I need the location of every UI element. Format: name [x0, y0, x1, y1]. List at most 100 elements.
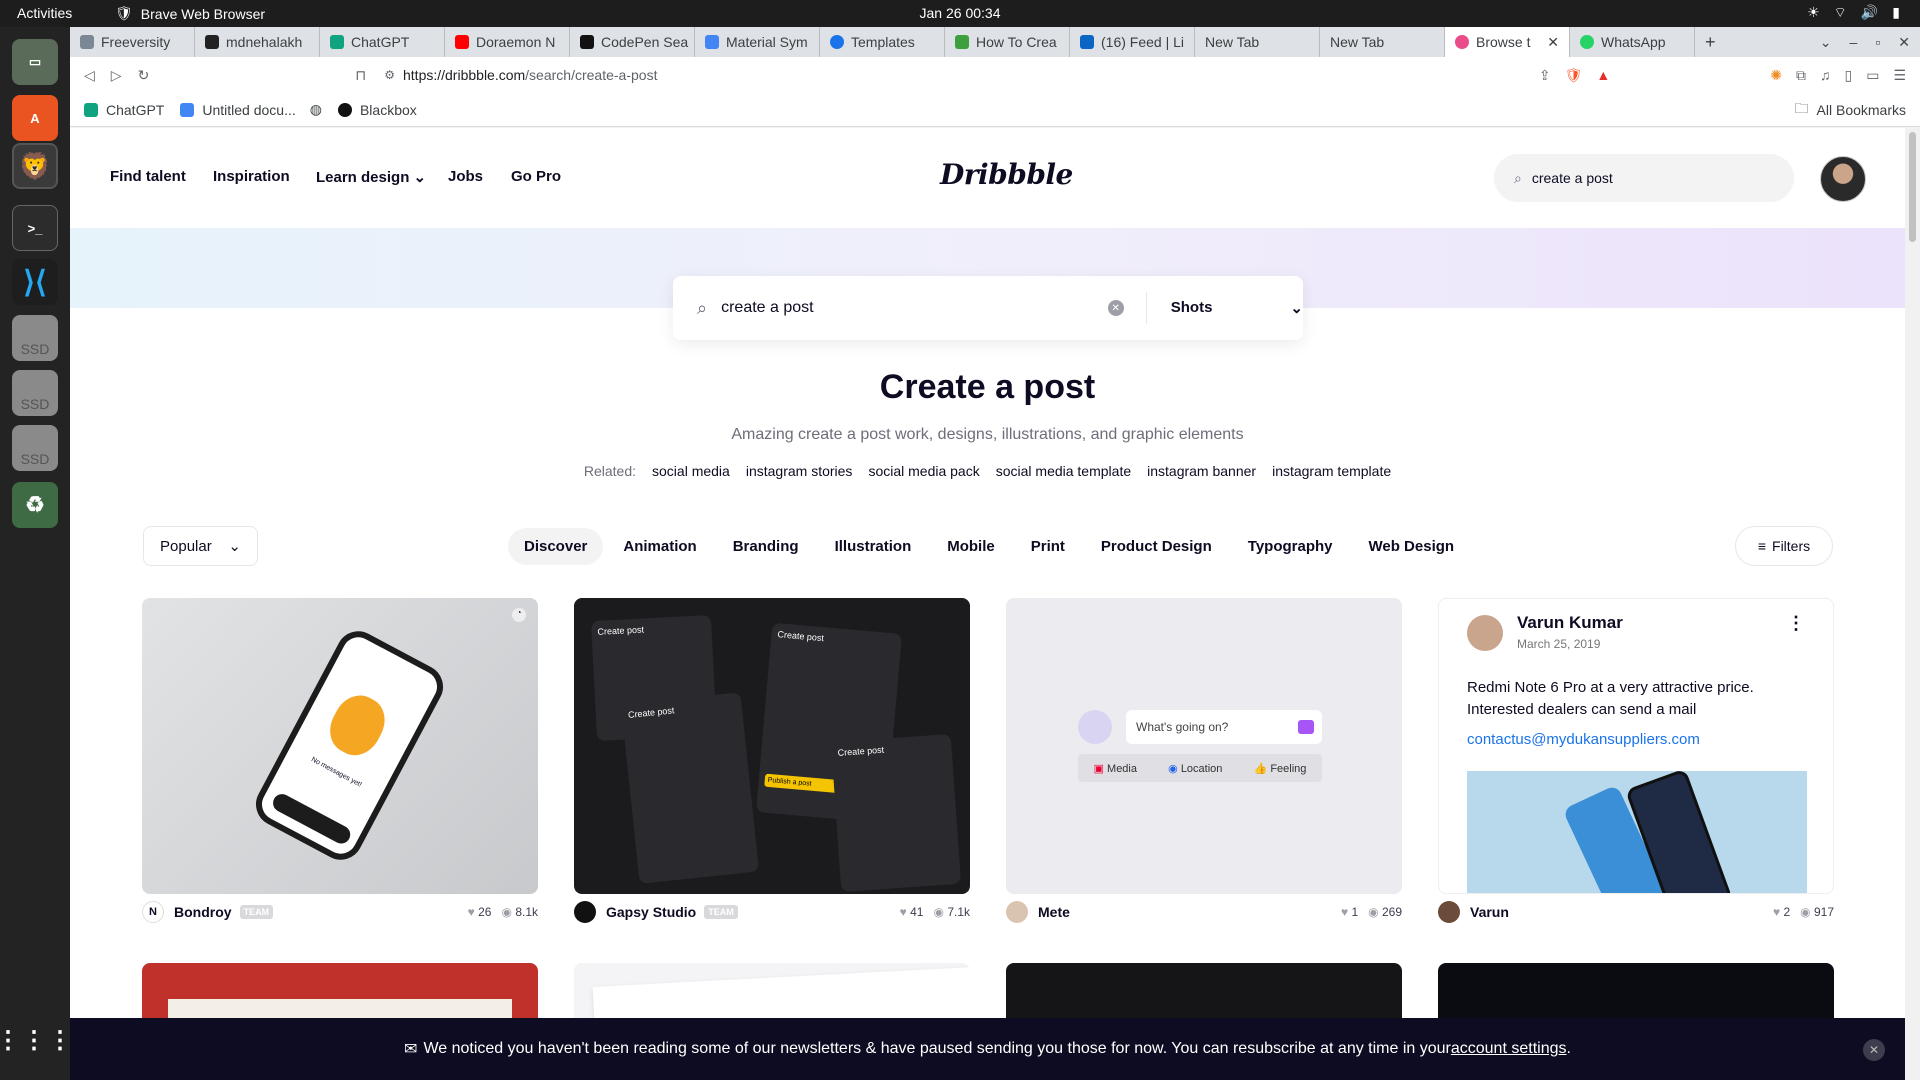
- tab-typography[interactable]: Typography: [1232, 528, 1349, 565]
- author-avatar[interactable]: [1006, 901, 1028, 923]
- author-name[interactable]: Bondroy: [174, 904, 232, 920]
- bookmark-untitled-doc[interactable]: Untitled docu...: [180, 102, 296, 118]
- all-bookmarks-button[interactable]: 🗀 All Bookmarks: [1795, 98, 1906, 122]
- nav-learn-design[interactable]: Learn design ⌄: [316, 168, 426, 186]
- new-tab-button[interactable]: +: [1695, 27, 1731, 57]
- clock[interactable]: Jan 26 00:34: [0, 5, 1920, 21]
- clear-search-icon[interactable]: ✕: [1107, 300, 1124, 316]
- tab[interactable]: Templates: [820, 27, 945, 57]
- tab-product-design[interactable]: Product Design: [1085, 528, 1228, 565]
- related-tag[interactable]: social media: [652, 463, 730, 479]
- like-count[interactable]: ♥ 41: [900, 905, 924, 919]
- account-settings-link[interactable]: account settings: [1451, 1040, 1567, 1058]
- globe-icon[interactable]: ◍: [310, 101, 322, 118]
- tab-web-design[interactable]: Web Design: [1353, 528, 1471, 565]
- maximize-icon[interactable]: ▫: [1875, 34, 1880, 50]
- ssd-drive-icon[interactable]: SSD: [12, 370, 58, 416]
- url-input[interactable]: https://dribbble.com/search/create-a-pos…: [403, 67, 657, 83]
- forward-icon[interactable]: ▷: [111, 67, 122, 84]
- like-count[interactable]: ♥ 1: [1341, 905, 1358, 919]
- tab[interactable]: Doraemon N: [445, 27, 570, 57]
- dribbble-logo[interactable]: Dribbble: [940, 158, 1073, 191]
- tab-mobile[interactable]: Mobile: [931, 528, 1011, 565]
- tab[interactable]: How To Crea: [945, 27, 1070, 57]
- shot-thumbnail[interactable]: No messages yet! ◔: [142, 598, 538, 894]
- brave-browser-icon[interactable]: 🦁: [12, 143, 58, 189]
- bookmark-chatgpt[interactable]: ChatGPT: [84, 102, 164, 118]
- wallet-icon[interactable]: ▭: [1866, 67, 1879, 84]
- tab-search-icon[interactable]: ⌄: [1820, 34, 1832, 51]
- close-banner-icon[interactable]: ✕: [1863, 1039, 1885, 1061]
- brave-rewards-icon[interactable]: ▲: [1596, 67, 1610, 83]
- shot-thumbnail[interactable]: Varun Kumar March 25, 2019 ⋮ Redmi Note …: [1438, 598, 1834, 894]
- minimize-icon[interactable]: –: [1850, 34, 1858, 50]
- media-icon[interactable]: ♫: [1820, 67, 1831, 83]
- tab[interactable]: ChatGPT: [320, 27, 445, 57]
- related-tag[interactable]: instagram template: [1272, 463, 1391, 479]
- show-apps-icon[interactable]: ⋮⋮⋮: [0, 1017, 72, 1063]
- brave-shields-icon[interactable]: 🛡: [1565, 67, 1583, 84]
- related-tag[interactable]: social media pack: [868, 463, 979, 479]
- nav-find-talent[interactable]: Find talent: [110, 168, 186, 185]
- files-icon[interactable]: ▭: [12, 39, 58, 85]
- shot-thumbnail[interactable]: [1438, 963, 1834, 1023]
- tab[interactable]: mdnehalakh: [195, 27, 320, 57]
- scrollbar-thumb[interactable]: [1909, 132, 1916, 242]
- header-search-input[interactable]: ⌕ create a post: [1494, 154, 1794, 202]
- tab-illustration[interactable]: Illustration: [819, 528, 928, 565]
- software-center-icon[interactable]: A: [12, 95, 58, 141]
- search-input[interactable]: create a post: [721, 299, 814, 317]
- avatar[interactable]: [1820, 156, 1866, 202]
- close-window-icon[interactable]: ✕: [1898, 34, 1910, 51]
- sort-select[interactable]: Popular ⌄: [143, 526, 258, 566]
- close-tab-icon[interactable]: ✕: [1547, 34, 1559, 51]
- vscode-icon[interactable]: ⟩⟨: [12, 259, 58, 305]
- share-icon[interactable]: ⇪: [1539, 67, 1551, 84]
- extension-icon[interactable]: ✺: [1770, 67, 1782, 84]
- tab-print[interactable]: Print: [1015, 528, 1081, 565]
- terminal-icon[interactable]: >_: [12, 205, 58, 251]
- page-scrollbar[interactable]: [1905, 128, 1920, 1080]
- related-tag[interactable]: instagram stories: [746, 463, 853, 479]
- ssd-drive-icon[interactable]: SSD: [12, 315, 58, 361]
- sidebar-icon[interactable]: ▯: [1844, 67, 1852, 84]
- extensions-icon[interactable]: ⧉: [1796, 67, 1806, 84]
- author-avatar[interactable]: [574, 901, 596, 923]
- tab-branding[interactable]: Branding: [717, 528, 815, 565]
- tab-active[interactable]: Browse t ✕: [1445, 27, 1570, 57]
- shot-thumbnail[interactable]: What's going on? ▣ Media ◉ Location 👍 Fe…: [1006, 598, 1402, 894]
- ssd-drive-icon[interactable]: SSD: [12, 425, 58, 471]
- tab[interactable]: (16) Feed | Li: [1070, 27, 1195, 57]
- system-tray[interactable]: ☀ ⌔ 🔊 ▮: [1807, 4, 1900, 22]
- nav-jobs[interactable]: Jobs: [448, 168, 483, 185]
- shot-thumbnail[interactable]: [1006, 963, 1402, 1023]
- reload-icon[interactable]: ↻: [138, 67, 150, 84]
- author-avatar[interactable]: [1438, 901, 1460, 923]
- tab[interactable]: New Tab: [1195, 27, 1320, 57]
- tab[interactable]: CodePen Sea: [570, 27, 695, 57]
- related-tag[interactable]: instagram banner: [1147, 463, 1256, 479]
- bookmark-icon[interactable]: ⊓: [355, 67, 366, 84]
- menu-icon[interactable]: ☰: [1893, 67, 1906, 84]
- nav-inspiration[interactable]: Inspiration: [213, 168, 290, 185]
- author-name[interactable]: Varun: [1470, 904, 1509, 920]
- author-name[interactable]: Mete: [1038, 904, 1070, 920]
- shot-thumbnail[interactable]: [574, 963, 970, 1023]
- shot-thumbnail[interactable]: [142, 963, 538, 1023]
- trash-icon[interactable]: ♻: [12, 482, 58, 528]
- back-icon[interactable]: ◁: [84, 67, 95, 84]
- related-tag[interactable]: social media template: [996, 463, 1131, 479]
- tab[interactable]: Freeversity: [70, 27, 195, 57]
- nav-go-pro[interactable]: Go Pro: [511, 168, 561, 185]
- bookmark-blackbox[interactable]: Blackbox: [337, 102, 417, 118]
- tab-discover[interactable]: Discover: [508, 528, 604, 565]
- shot-thumbnail[interactable]: Create post Create post Create post Publi…: [574, 598, 970, 894]
- search-scope-select[interactable]: Shots ⌄: [1171, 299, 1303, 317]
- tab[interactable]: WhatsApp: [1570, 27, 1695, 57]
- author-name[interactable]: Gapsy Studio: [606, 904, 696, 920]
- tab-animation[interactable]: Animation: [607, 528, 712, 565]
- tab[interactable]: Material Sym: [695, 27, 820, 57]
- like-count[interactable]: ♥ 26: [468, 905, 492, 919]
- site-info-icon[interactable]: ⚙: [384, 68, 395, 82]
- tab[interactable]: New Tab: [1320, 27, 1445, 57]
